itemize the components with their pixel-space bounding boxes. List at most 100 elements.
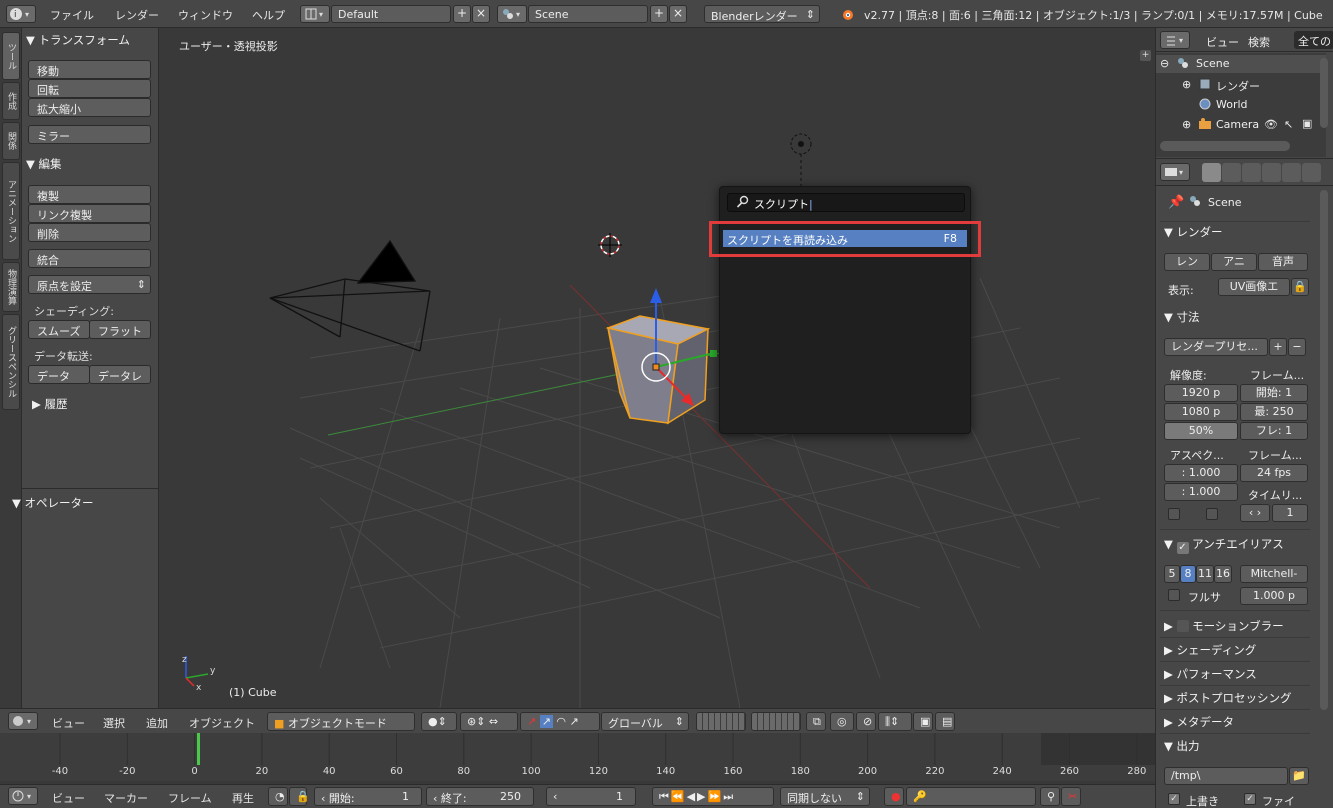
aa-samples-5[interactable]: 5 — [1164, 565, 1180, 583]
outliner-display-select[interactable]: 全ての — [1294, 31, 1333, 49]
timeline-area[interactable]: -40 -20 0 20 40 60 80 100 120 140 160 180 200 220 240 2… — [0, 733, 1155, 781]
scene-name-field[interactable]: Scene — [528, 5, 648, 23]
render-layers-tab-icon[interactable] — [1222, 163, 1241, 182]
overwrite-checkbox[interactable]: ✓ — [1168, 793, 1180, 805]
motion-blur-panel-header[interactable]: ▶ モーションブラー — [1164, 618, 1284, 634]
outliner-search-menu[interactable]: 検索 — [1248, 34, 1270, 50]
outliner-hscroll[interactable] — [1160, 141, 1290, 151]
rotate-button[interactable]: 回転 — [28, 79, 151, 98]
delete-button[interactable]: 削除 — [28, 223, 151, 242]
audio-button[interactable]: 音声 — [1258, 253, 1308, 271]
crop-checkbox[interactable] — [1206, 508, 1218, 520]
file-extensions-checkbox[interactable]: ✓ — [1244, 793, 1256, 805]
object-tab-icon[interactable] — [1282, 163, 1301, 182]
antialiasing-panel-header[interactable]: ▼ ✓ アンチエイリアス — [1164, 536, 1284, 554]
mirror-button[interactable]: ミラー — [28, 125, 151, 144]
viewport-object-menu[interactable]: オブジェクト — [189, 715, 255, 731]
viewport-editor-icon[interactable]: ▾ — [8, 712, 38, 730]
antialiasing-checkbox[interactable]: ✓ — [1176, 542, 1189, 554]
keying-set-field[interactable]: 🔑 — [906, 787, 1036, 806]
aa-filter-select[interactable]: Mitchell- — [1240, 565, 1308, 583]
timeline-view-menu[interactable]: ビュー — [52, 790, 85, 806]
edit-panel-header[interactable]: ▼ 編集 — [26, 156, 62, 172]
properties-editor-icon[interactable]: ▾ — [1160, 163, 1190, 181]
pin-icon[interactable]: 📌 — [1168, 195, 1184, 210]
start-frame-field[interactable]: ‹ 開始: 1 — [314, 787, 422, 806]
border-checkbox[interactable] — [1168, 508, 1180, 520]
outliner-vscroll[interactable] — [1320, 58, 1328, 128]
outliner-editor-icon[interactable]: ▾ — [1160, 31, 1190, 49]
post-processing-panel-header[interactable]: ▶ ポストプロセッシング — [1164, 690, 1292, 706]
viewport-select-menu[interactable]: 選択 — [103, 715, 125, 731]
motion-blur-checkbox[interactable] — [1176, 620, 1189, 632]
frame-step-field[interactable]: フレ: 1 — [1240, 422, 1308, 440]
timeline-marker-menu[interactable]: マーカー — [104, 790, 148, 806]
aa-samples-8[interactable]: 8 — [1180, 565, 1196, 583]
cursor-select-icon[interactable]: ↖ — [1284, 118, 1293, 131]
outliner-item-world[interactable]: World — [1216, 98, 1248, 111]
data-button[interactable]: データ — [28, 365, 90, 384]
dimensions-panel-header[interactable]: ▼ 寸法 — [1164, 309, 1200, 325]
join-button[interactable]: 統合 — [28, 249, 151, 268]
output-panel-header[interactable]: ▼ 出力 — [1164, 738, 1200, 754]
layout-name-field[interactable]: Default — [331, 5, 451, 23]
animation-button[interactable]: アニ — [1211, 253, 1257, 271]
menu-file[interactable]: ファイル — [50, 7, 94, 23]
render-engine-select[interactable]: Blenderレンダー ⇕ — [704, 5, 820, 23]
performance-panel-header[interactable]: ▶ パフォーマンス — [1164, 666, 1257, 682]
set-origin-select[interactable]: 原点を設定 ⇕ — [28, 275, 151, 294]
output-path-field[interactable]: /tmp\ — [1164, 767, 1288, 785]
sidebar-toggle-plus-icon[interactable]: + — [1140, 50, 1151, 61]
operator-panel-header[interactable]: ▼ オペレーター — [12, 495, 94, 511]
layers-11-20-grid[interactable] — [751, 712, 801, 731]
record-icon[interactable]: ● — [884, 787, 904, 806]
world-tab-icon[interactable] — [1262, 163, 1281, 182]
shading-panel-header[interactable]: ▶ シェーディング — [1164, 642, 1256, 658]
outliner-view-menu[interactable]: ビュー — [1206, 34, 1239, 50]
scene-add-button[interactable]: + — [650, 5, 668, 23]
proportional-edit-icon[interactable]: ◎ — [830, 712, 854, 731]
smooth-button[interactable]: スムーズ — [28, 320, 90, 339]
expand-icon[interactable]: ⊕ — [1182, 118, 1191, 131]
delete-keyframe-icon[interactable]: ✂ — [1061, 787, 1081, 806]
folder-icon[interactable]: 📁 — [1289, 767, 1309, 785]
timeline-editor-icon[interactable]: ▾ — [8, 787, 38, 805]
constraints-tab-icon[interactable] — [1302, 163, 1321, 182]
filter-size-field[interactable]: 1.000 p — [1240, 587, 1308, 605]
insert-keyframe-icon[interactable]: ⚲ — [1040, 787, 1060, 806]
transform-panel-header[interactable]: ▼ トランスフォーム — [26, 32, 130, 48]
render-preset-select[interactable]: レンダープリセ... — [1164, 338, 1268, 356]
display-select[interactable]: UV画像エ — [1218, 278, 1290, 296]
viewport-shading-select[interactable]: ●⇕ — [421, 712, 457, 731]
menu-help[interactable]: ヘルプ — [252, 7, 285, 23]
frame-start-field[interactable]: 開始: 1 — [1240, 384, 1308, 402]
tab-relations[interactable]: 関係 — [2, 122, 20, 160]
tab-animation[interactable]: アニメーション — [2, 162, 20, 260]
sync-mode-select[interactable]: 同期しない ⇕ — [780, 787, 870, 806]
tab-create[interactable]: 作成 — [2, 82, 20, 120]
transform-orientation-select[interactable]: グローバル ⇕ — [601, 712, 689, 731]
snap-toggle-icon[interactable]: ⊘ — [856, 712, 876, 731]
manipulator-toggles[interactable]: ↗ ↗ ◠ ↗ — [520, 712, 600, 731]
tab-tools[interactable]: ツール — [2, 32, 20, 80]
resolution-y-field[interactable]: 1080 p — [1164, 403, 1238, 421]
outliner-item-scene[interactable]: Scene — [1196, 57, 1230, 70]
end-frame-field[interactable]: ‹ 終了: 250 — [426, 787, 534, 806]
timeline-frame-menu[interactable]: フレーム — [168, 790, 212, 806]
metadata-panel-header[interactable]: ▶ メタデータ — [1164, 714, 1234, 730]
current-frame-indicator[interactable] — [197, 733, 200, 765]
move-button[interactable]: 移動 — [28, 60, 151, 79]
aa-samples-16[interactable]: 16 — [1214, 565, 1232, 583]
layout-remove-button[interactable]: × — [472, 5, 490, 23]
time-old-field[interactable]: ‹ › — [1240, 504, 1270, 522]
playback-controls[interactable]: ⏮⏪◀▶⏩⏭ — [652, 787, 774, 806]
render-panel-header[interactable]: ▼ レンダー — [1164, 224, 1223, 240]
scene-tab-icon[interactable] — [1242, 163, 1261, 182]
aa-samples-11[interactable]: 11 — [1196, 565, 1214, 583]
render-button[interactable]: レン — [1164, 253, 1210, 271]
current-frame-field[interactable]: ‹ 1 — [546, 787, 636, 806]
frame-end-field[interactable]: 最: 250 — [1240, 403, 1308, 421]
data-layout-button[interactable]: データレ — [89, 365, 151, 384]
link-duplicate-button[interactable]: リンク複製 — [28, 204, 151, 223]
preview-range-icon[interactable]: ◔ — [268, 787, 288, 806]
